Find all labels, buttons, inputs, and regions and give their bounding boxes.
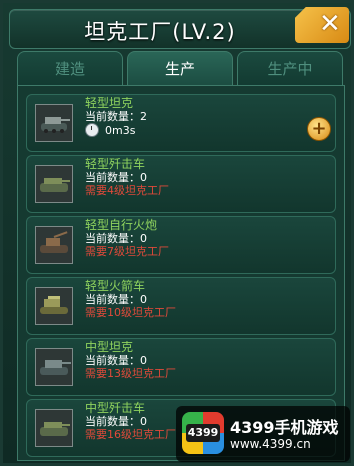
tab-produce[interactable]: 生产	[127, 51, 233, 86]
unit-requirement: 需要16级坦克工厂	[85, 428, 176, 441]
unit-name: 轻型自行火炮	[85, 218, 158, 232]
production-list: 轻型坦克 当前数量：2 0m3s + 轻型歼击车 当前数量：0 需要4级坦克工厂	[17, 85, 345, 461]
logo-text: 4399	[186, 424, 220, 442]
unit-requirement: 需要7级坦克工厂	[85, 245, 169, 258]
tank-destroyer-icon	[35, 165, 73, 203]
unit-quantity: 当前数量：0	[85, 415, 147, 428]
unit-item-medium-tank[interactable]: 中型坦克 当前数量：0 需要13级坦克工厂	[26, 338, 336, 396]
4399-logo-icon: 4399	[182, 412, 224, 454]
window-title: 坦克工厂(LV.2)	[84, 20, 236, 44]
tank-icon	[35, 104, 73, 142]
unit-requirement: 需要10级坦克工厂	[85, 306, 176, 319]
tab-bar: 建造 生产 生产中	[17, 51, 343, 86]
tank-destroyer-icon	[35, 409, 73, 447]
tab-build[interactable]: 建造	[17, 51, 123, 86]
unit-quantity: 当前数量：0	[85, 354, 147, 367]
tank-icon	[35, 348, 73, 386]
unit-name: 中型歼击车	[85, 401, 146, 415]
unit-name: 中型坦克	[85, 340, 134, 354]
unit-name: 轻型坦克	[85, 96, 134, 110]
unit-requirement: 需要13级坦克工厂	[85, 367, 176, 380]
close-icon: ✕	[319, 9, 341, 39]
add-production-button[interactable]: +	[307, 117, 331, 141]
close-button[interactable]: ✕	[295, 7, 349, 43]
watermark-url: www.4399.cn	[230, 437, 311, 451]
unit-quantity: 当前数量：0	[85, 171, 147, 184]
site-watermark: 4399 4399手机游戏 www.4399.cn	[176, 406, 350, 462]
factory-window: 坦克工厂(LV.2) ✕ 建造 生产 生产中 轻型坦克 当前数量：2 0m3s …	[0, 0, 354, 466]
unit-timer: 0m3s	[85, 123, 147, 137]
unit-item-light-rocket-vehicle[interactable]: 轻型火箭车 当前数量：0 需要10级坦克工厂	[26, 277, 336, 335]
rocket-vehicle-icon	[35, 287, 73, 325]
artillery-icon	[35, 226, 73, 264]
unit-item-light-artillery[interactable]: 轻型自行火炮 当前数量：0 需要7级坦克工厂	[26, 216, 336, 274]
tab-in-production[interactable]: 生产中	[237, 51, 343, 86]
unit-name: 轻型火箭车	[85, 279, 146, 293]
unit-item-light-tank[interactable]: 轻型坦克 当前数量：2 0m3s +	[26, 94, 336, 152]
unit-quantity: 当前数量：2	[85, 110, 147, 123]
unit-quantity: 当前数量：0	[85, 232, 147, 245]
unit-name: 轻型歼击车	[85, 157, 146, 171]
timer-value: 0m3s	[105, 123, 136, 137]
unit-requirement: 需要4级坦克工厂	[85, 184, 169, 197]
unit-item-light-tank-destroyer[interactable]: 轻型歼击车 当前数量：0 需要4级坦克工厂	[26, 155, 336, 213]
watermark-title: 4399手机游戏	[230, 418, 339, 437]
clock-icon	[85, 123, 99, 137]
unit-quantity: 当前数量：0	[85, 293, 147, 306]
